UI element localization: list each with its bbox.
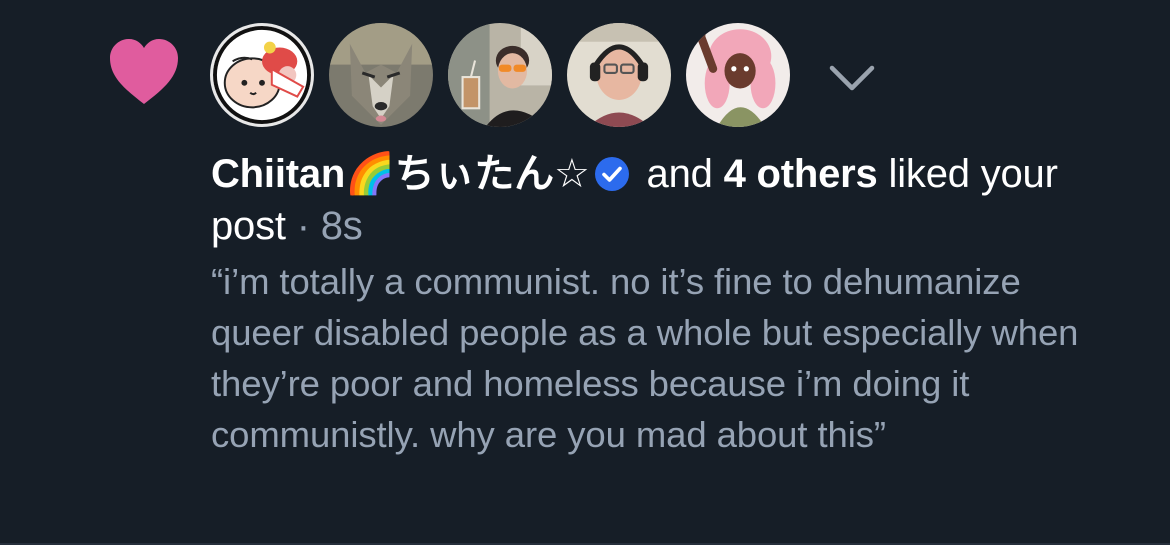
man-headphones-avatar[interactable] — [567, 23, 671, 127]
separator-dot: · — [285, 204, 321, 248]
timestamp: 8s — [320, 204, 363, 248]
wolf-avatar[interactable] — [329, 23, 433, 127]
rainbow-emoji: 🌈 — [345, 151, 395, 197]
heart-icon — [110, 39, 178, 104]
notification-item[interactable]: Chiitan🌈ちぃたん☆ and 4 others liked your po… — [0, 0, 1170, 545]
liker-name[interactable]: Chiitan🌈ちぃたん☆ — [211, 151, 590, 197]
others-count[interactable]: 4 others — [724, 152, 878, 196]
chiitan-avatar[interactable] — [210, 23, 314, 127]
chevron-down-icon[interactable] — [826, 60, 878, 94]
pink-hair-character-avatar[interactable] — [686, 23, 790, 127]
liker-avatars — [210, 23, 790, 127]
notification-headline: Chiitan🌈ちぃたん☆ and 4 others liked your po… — [211, 148, 1141, 252]
post-quote[interactable]: “i’m totally a communist. no it’s fine t… — [211, 256, 1111, 460]
and-text: and — [635, 152, 724, 196]
woman-sunglasses-avatar[interactable] — [448, 23, 552, 127]
verified-badge-icon — [594, 157, 629, 191]
